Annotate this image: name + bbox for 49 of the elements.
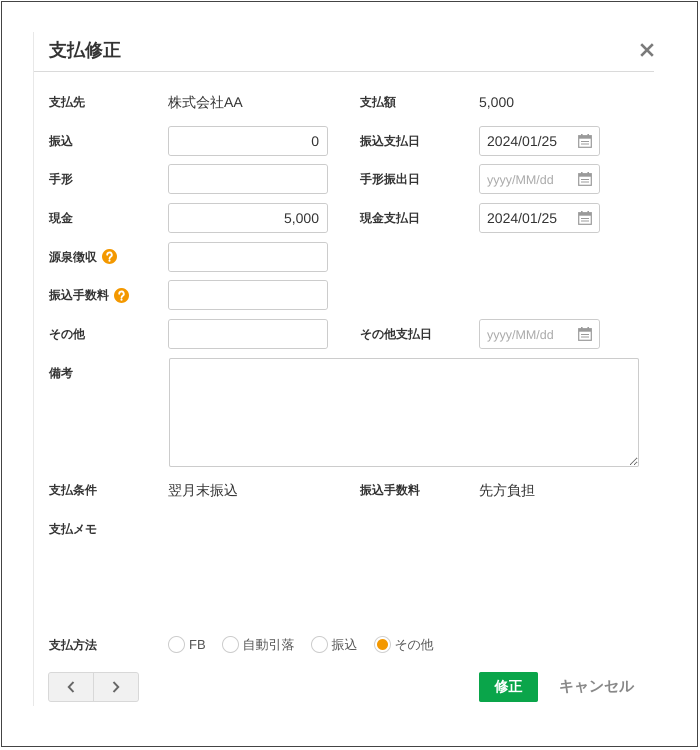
field-value: 翌月末振込 xyxy=(168,481,238,500)
close-icon[interactable] xyxy=(640,43,654,57)
calendar-icon[interactable] xyxy=(578,210,592,225)
previous-button[interactable] xyxy=(48,672,94,702)
amount-field[interactable] xyxy=(168,242,328,272)
amount-field[interactable] xyxy=(168,280,328,310)
calendar-icon[interactable] xyxy=(578,326,592,341)
amount-field[interactable]: 5,000 xyxy=(168,202,328,233)
amount-field[interactable]: 0 xyxy=(168,126,328,156)
field-label: 源泉徴収 xyxy=(49,248,97,266)
field-label: 支払先 xyxy=(49,94,85,111)
date-field[interactable]: yyyy/MM/dd xyxy=(479,318,600,349)
chevron-left-icon xyxy=(67,680,75,693)
field-label: 手形振出日 xyxy=(360,171,420,188)
dialog-title: 支払修正 xyxy=(49,39,121,62)
field-label: その他 xyxy=(49,326,85,343)
date-field[interactable]: 2024/01/25 xyxy=(479,202,600,233)
field-label: 振込 xyxy=(49,132,73,150)
amount-field[interactable] xyxy=(168,164,328,194)
field-label: 手形 xyxy=(49,171,73,188)
field-label: 振込手数料 xyxy=(360,482,420,500)
remarks-field[interactable] xyxy=(169,358,639,467)
radio-option[interactable]: 振込 xyxy=(310,636,358,654)
calendar-icon[interactable] xyxy=(578,134,592,148)
radio-option[interactable]: その他 xyxy=(374,636,434,654)
field-label: その他支払日 xyxy=(360,326,432,343)
field-label: 振込手数料 xyxy=(49,287,109,304)
help-icon[interactable] xyxy=(102,249,117,264)
calendar-icon[interactable] xyxy=(578,172,592,186)
field-label: 支払額 xyxy=(360,94,396,111)
cancel-button[interactable]: キャンセル xyxy=(559,672,634,702)
field-label: 備考 xyxy=(49,364,73,382)
date-field[interactable]: yyyy/MM/dd xyxy=(479,164,600,194)
field-label: 振込支払日 xyxy=(360,132,420,150)
chevron-right-icon xyxy=(112,680,120,693)
help-icon[interactable] xyxy=(114,288,129,303)
radio-option[interactable]: 自動引落 xyxy=(222,636,295,654)
date-field[interactable]: 2024/01/25 xyxy=(479,126,600,156)
field-label: 現金 xyxy=(49,210,73,227)
field-label: 支払条件 xyxy=(49,482,97,500)
field-value: 株式会社AA xyxy=(168,93,243,112)
field-value: 先方負担 xyxy=(479,481,535,500)
field-label: 支払メモ xyxy=(49,520,97,538)
field-value: 5,000 xyxy=(479,93,514,112)
amount-field[interactable] xyxy=(168,318,328,349)
next-button[interactable] xyxy=(94,672,139,702)
radio-option[interactable]: FB xyxy=(168,636,206,654)
field-label: 支払方法 xyxy=(49,636,97,654)
field-label: 現金支払日 xyxy=(360,210,420,227)
